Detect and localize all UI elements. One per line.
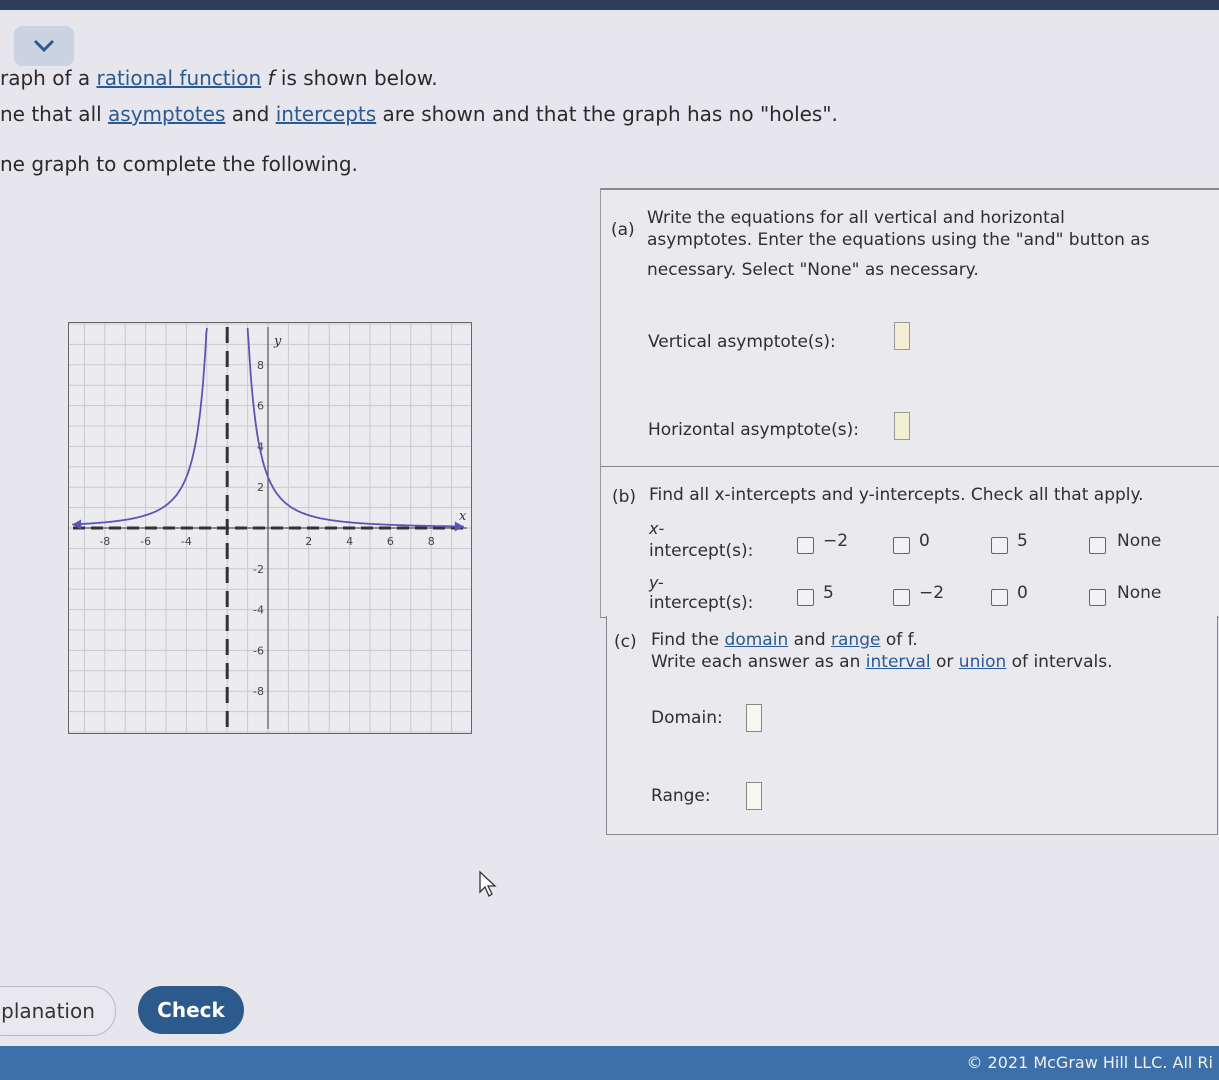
part-a-section: (a) Write the equations for all vertical… (601, 190, 1219, 467)
prompt-text: and (225, 102, 276, 126)
part-c-text: and (788, 630, 832, 650)
function-graph: -8 -6 -4 2 4 6 8 8 6 4 2 -2 -4 -6 -8 x y (63, 322, 473, 734)
y-tick-label: 6 (257, 400, 264, 413)
collapse-button[interactable] (14, 26, 74, 66)
horizontal-asymptote-label: Horizontal asymptote(s): (648, 420, 859, 440)
question-panel: (a) Write the equations for all vertical… (600, 188, 1219, 618)
part-c-text: of f. (880, 630, 918, 650)
x-tick-label: 6 (387, 535, 394, 548)
x-intercept-checkbox-3[interactable] (991, 537, 1008, 554)
prompt-text: is shown below. (274, 66, 438, 90)
part-c-section: (c) Find the domain and range of f. Writ… (606, 616, 1218, 835)
union-link[interactable]: union (959, 652, 1006, 672)
copyright-text: © 2021 McGraw Hill LLC. All Ri (966, 1053, 1213, 1072)
part-b-label: (b) (612, 487, 637, 507)
x-intercept-option-2: 0 (919, 531, 930, 551)
y-axis-label: y (273, 334, 282, 349)
graph-canvas: -8 -6 -4 2 4 6 88642-2-4-6-8xy (63, 323, 473, 733)
y-intercept-checkbox-2[interactable] (893, 589, 910, 606)
x-intercept-checkbox-2[interactable] (893, 537, 910, 554)
domain-label: Domain: (651, 708, 723, 728)
x-tick-label: -6 (140, 535, 151, 548)
x-axis-label: x (459, 509, 467, 524)
rational-function-link[interactable]: rational function (96, 66, 261, 90)
y-tick-label: -6 (253, 644, 264, 657)
asymptotes-link[interactable]: asymptotes (108, 102, 225, 126)
x-intercept-checkbox-1[interactable] (797, 537, 814, 554)
part-b-instructions: Find all x-intercepts and y-intercepts. … (649, 485, 1144, 505)
part-c-instructions-1: Find the domain and range of f. (651, 630, 918, 650)
x-tick-label: 4 (346, 535, 353, 548)
intercepts-link[interactable]: intercepts (276, 102, 376, 126)
y-intercept-label-1: y- (649, 573, 664, 592)
vertical-asymptote-label: Vertical asymptote(s): (648, 332, 836, 352)
y-tick-label: -4 (253, 604, 264, 617)
y-intercept-none-checkbox[interactable] (1089, 589, 1106, 606)
part-c-label: (c) (614, 632, 637, 652)
y-intercept-checkbox-1[interactable] (797, 589, 814, 606)
prompt-text: raph of a (0, 66, 97, 90)
part-a-label: (a) (611, 220, 635, 240)
range-link[interactable]: range (831, 630, 880, 650)
interval-link[interactable]: interval (866, 652, 931, 672)
y-tick-label: -8 (253, 685, 264, 698)
chevron-down-icon (33, 39, 55, 53)
x-intercept-option-1: −2 (823, 531, 849, 551)
x-intercept-option-none: None (1117, 531, 1162, 551)
part-c-instructions-2: Write each answer as an interval or unio… (651, 652, 1113, 672)
x-tick-label: 8 (428, 535, 435, 548)
prompt-text: ne that all (0, 102, 109, 126)
range-input[interactable] (746, 782, 762, 810)
part-c-text: Find the (651, 630, 725, 650)
explanation-button[interactable]: planation (0, 986, 116, 1036)
x-intercept-none-checkbox[interactable] (1089, 537, 1106, 554)
horizontal-asymptote-input[interactable] (894, 412, 910, 440)
prompt-line-1: raph of a rational function f is shown b… (0, 66, 438, 90)
y-tick-label: 8 (257, 359, 264, 372)
x-intercept-label-2: intercept(s): (649, 541, 754, 561)
prompt-line-2: ne that all asymptotes and intercepts ar… (0, 102, 838, 126)
mouse-cursor-icon (479, 870, 497, 897)
y-intercept-option-none: None (1117, 583, 1162, 603)
y-intercept-option-1: 5 (823, 583, 834, 603)
footer-bar: © 2021 McGraw Hill LLC. All Ri (0, 1046, 1219, 1080)
x-intercept-label-1: x- (649, 519, 665, 538)
part-c-text: or (930, 652, 959, 672)
y-intercept-label-2: intercept(s): (649, 593, 754, 613)
x-intercept-option-3: 5 (1017, 531, 1028, 551)
part-c-text: Write each answer as an (651, 652, 866, 672)
x-tick-label: -4 (181, 535, 192, 548)
check-button[interactable]: Check (138, 986, 244, 1034)
part-b-section: (b) Find all x-intercepts and y-intercep… (601, 467, 1219, 618)
part-a-instructions-3: necessary. Select "None" as necessary. (647, 260, 979, 280)
y-tick-label: -2 (253, 563, 264, 576)
top-bar (0, 0, 1219, 10)
range-label: Range: (651, 786, 711, 806)
domain-input[interactable] (746, 704, 762, 732)
y-intercept-option-2: −2 (919, 583, 945, 603)
y-intercept-checkbox-3[interactable] (991, 589, 1008, 606)
part-c-text: of intervals. (1006, 652, 1113, 672)
x-tick-label: -8 (99, 535, 110, 548)
part-a-instructions-2: asymptotes. Enter the equations using th… (647, 230, 1150, 250)
prompt-line-3: ne graph to complete the following. (0, 152, 358, 176)
y-intercept-option-3: 0 (1017, 583, 1028, 603)
x-tick-label: 2 (305, 535, 312, 548)
function-name: f (261, 66, 275, 90)
domain-link[interactable]: domain (725, 630, 789, 650)
vertical-asymptote-input[interactable] (894, 322, 910, 350)
prompt-text: are shown and that the graph has no "hol… (376, 102, 838, 126)
y-tick-label: 2 (257, 481, 264, 494)
part-a-instructions-1: Write the equations for all vertical and… (647, 208, 1065, 228)
